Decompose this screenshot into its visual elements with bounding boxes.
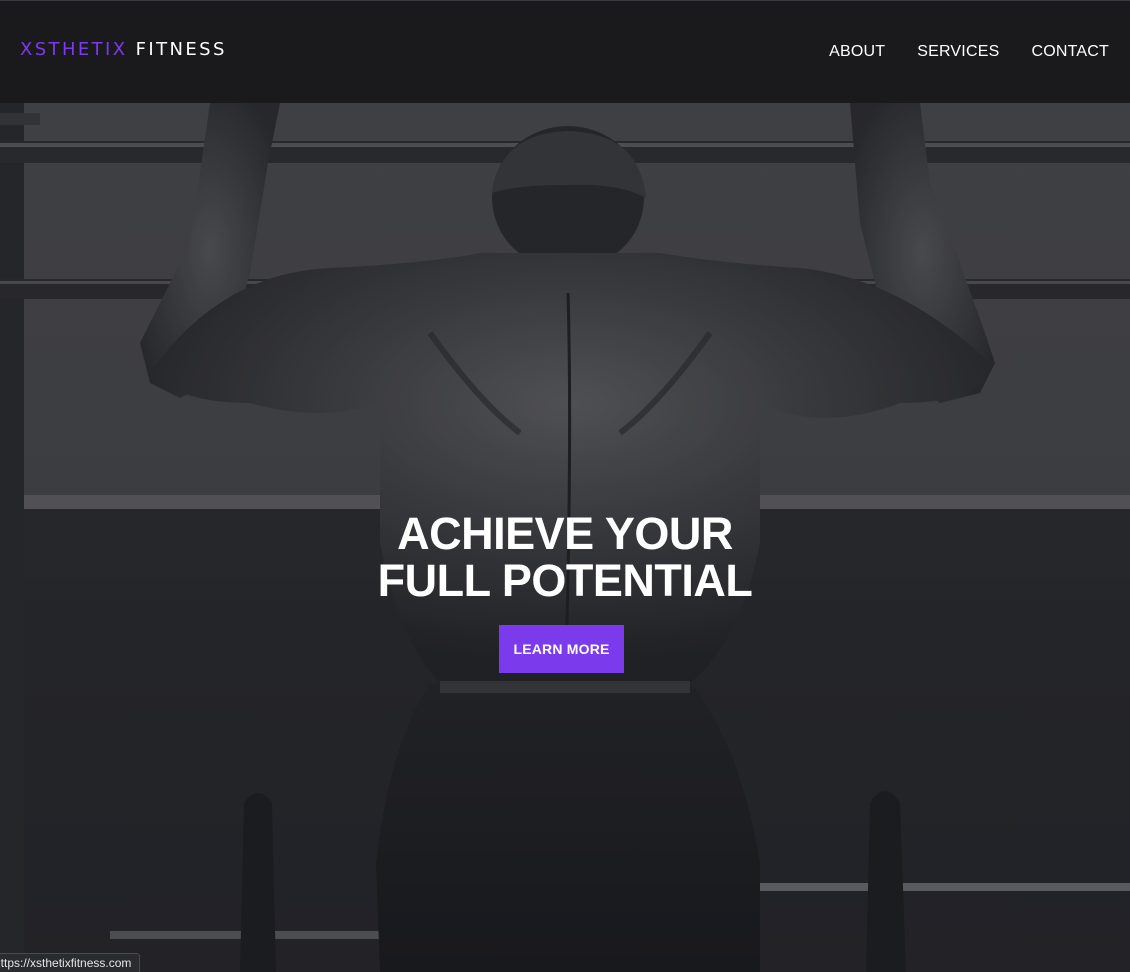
hero-headline: ACHIEVE YOUR FULL POTENTIAL: [0, 510, 1130, 604]
brand-logo[interactable]: XSTHETIX FITNESS: [20, 39, 227, 60]
status-bar-url: https://xsthetixfitness.com: [0, 953, 141, 972]
nav-link-services[interactable]: SERVICES: [917, 43, 999, 61]
logo-rest-text: FITNESS: [135, 39, 227, 60]
main-nav: ABOUT SERVICES CONTACT: [829, 43, 1109, 61]
hero-section: ACHIEVE YOUR FULL POTENTIAL LEARN MORE: [0, 103, 1130, 972]
logo-accent-text: XSTHETIX: [20, 39, 128, 60]
nav-link-about[interactable]: ABOUT: [829, 43, 885, 61]
nav-link-contact[interactable]: CONTACT: [1031, 43, 1109, 61]
page: XSTHETIX FITNESS ABOUT SERVICES CONTACT: [0, 0, 1130, 972]
learn-more-button[interactable]: LEARN MORE: [499, 625, 624, 673]
hero-headline-line1: ACHIEVE YOUR: [397, 508, 733, 559]
hero-headline-line2: FULL POTENTIAL: [377, 555, 753, 606]
navbar: XSTHETIX FITNESS ABOUT SERVICES CONTACT: [0, 1, 1130, 103]
